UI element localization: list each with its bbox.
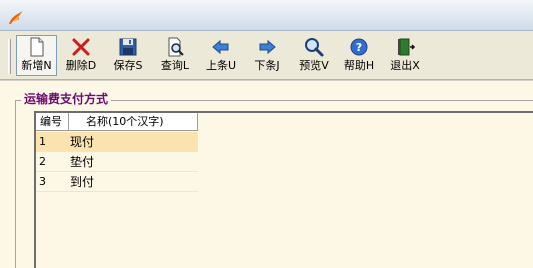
save-button-label: 保存S [113,59,143,72]
help-icon: ? [350,38,368,56]
grid-header: 编号 名称(10个汉字) [36,113,198,131]
exit-button-label: 退出X [390,59,420,72]
query-button-label: 查询L [160,59,190,72]
save-floppy-icon [119,38,137,56]
delete-button-label: 删除D [65,59,97,72]
row-id-cell[interactable]: 2 [36,152,65,172]
help-button-label: 帮助H [343,59,375,72]
query-magnifier-document-icon [168,37,184,57]
exit-door-icon [398,38,416,56]
delete-button[interactable]: 删除D [64,36,98,76]
app-flame-icon [9,11,23,24]
content-area: 运输费支付方式 编号 名称(10个汉字) 1 现付 2 垫付 3 到付 [0,81,533,268]
previous-button[interactable]: 上条U [204,36,238,76]
toolbar: 新增N 删除D 保存S 查询L 上条U 下条J 预览V ? 帮助H 退出X [0,31,533,80]
svg-text:?: ? [356,41,362,54]
new-button-label: 新增N [21,59,52,72]
delete-x-icon [72,38,90,56]
query-button[interactable]: 查询L [158,36,192,76]
row-name-cell[interactable]: 垫付 [65,152,198,172]
next-button[interactable]: 下条J [250,36,284,76]
preview-magnifier-icon [305,38,324,57]
help-button[interactable]: ? 帮助H [342,36,376,76]
arrow-left-icon [212,39,229,55]
previous-button-label: 上条U [205,59,237,72]
data-grid[interactable]: 编号 名称(10个汉字) 1 现付 2 垫付 3 到付 [34,111,533,268]
title-bar [0,0,533,31]
toolbar-grip[interactable] [8,39,11,74]
table-row[interactable]: 1 现付 [36,132,198,152]
arrow-right-icon [259,39,276,55]
row-name-cell[interactable]: 到付 [65,172,198,192]
preview-button[interactable]: 预览V [297,36,331,76]
exit-button[interactable]: 退出X [388,36,422,76]
row-id-cell[interactable]: 3 [36,172,65,192]
row-name-cell[interactable]: 现付 [65,132,198,152]
table-row[interactable]: 2 垫付 [36,152,198,172]
preview-button-label: 预览V [299,59,329,72]
row-id-cell[interactable]: 1 [36,132,65,152]
column-header-name[interactable]: 名称(10个汉字) [69,113,198,131]
next-button-label: 下条J [254,59,280,72]
table-row[interactable]: 3 到付 [36,172,198,192]
new-button[interactable]: 新增N [16,35,57,76]
new-document-icon [30,37,43,57]
column-header-id[interactable]: 编号 [36,113,69,131]
group-title: 运输费支付方式 [21,91,112,107]
save-button[interactable]: 保存S [111,36,145,76]
